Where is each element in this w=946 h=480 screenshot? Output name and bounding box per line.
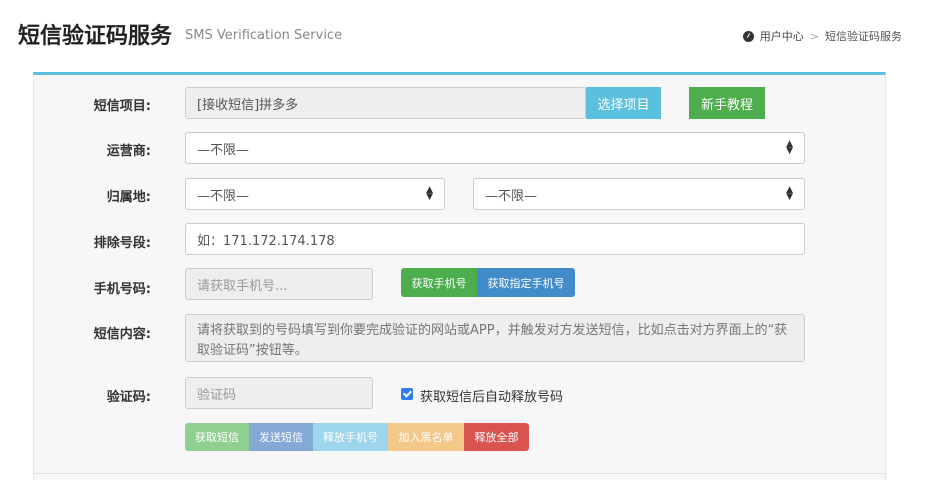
- breadcrumb-separator: >: [809, 29, 819, 43]
- select-caret-icon: ▲ ▼: [786, 139, 793, 156]
- blacklist-button[interactable]: 加入黑名单: [388, 423, 464, 451]
- operator-value: —不限—: [197, 142, 250, 158]
- get-sms-button[interactable]: 获取短信: [185, 423, 249, 451]
- exclude-input[interactable]: 如：171.172.174.178: [185, 223, 805, 255]
- operator-select[interactable]: —不限— ▲ ▼: [185, 132, 805, 164]
- phone-label: 手机号码:: [93, 282, 151, 297]
- province-value: —不限—: [197, 188, 250, 204]
- panel-divider: [34, 473, 885, 474]
- operator-label: 运营商:: [106, 144, 151, 159]
- phone-input[interactable]: 请获取手机号...: [185, 268, 373, 300]
- city-select[interactable]: —不限— ▲ ▼: [473, 178, 805, 210]
- breadcrumb-current: 短信验证码服务: [825, 30, 902, 43]
- release-all-button[interactable]: 释放全部: [464, 423, 529, 451]
- city-value: —不限—: [485, 188, 538, 204]
- form-panel: 短信项目: [接收短信]拼多多 选择项目 新手教程 运营商: —不限— ▲ ▼ 归…: [33, 72, 886, 480]
- location-label: 归属地:: [106, 190, 151, 205]
- breadcrumb: 用户中心 > 短信验证码服务: [742, 28, 902, 44]
- code-input[interactable]: 验证码: [185, 377, 373, 409]
- page-title: 短信验证码服务: [18, 24, 173, 49]
- auto-release-checkbox[interactable]: [401, 388, 413, 400]
- breadcrumb-home-link[interactable]: 用户中心: [760, 28, 804, 44]
- select-caret-icon: ▲ ▼: [426, 185, 433, 202]
- release-phone-button[interactable]: 释放手机号: [313, 423, 388, 451]
- send-sms-button[interactable]: 发送短信: [249, 423, 313, 451]
- project-field[interactable]: [接收短信]拼多多: [185, 87, 586, 119]
- page-subtitle: SMS Verification Service: [185, 28, 343, 43]
- code-label: 验证码:: [106, 390, 151, 405]
- exclude-label: 排除号段:: [93, 236, 151, 251]
- project-label: 短信项目:: [93, 99, 151, 114]
- select-caret-icon: ▲ ▼: [786, 185, 793, 202]
- province-select[interactable]: —不限— ▲ ▼: [185, 178, 445, 210]
- select-project-button[interactable]: 选择项目: [586, 87, 661, 119]
- get-phone-button[interactable]: 获取手机号: [401, 268, 477, 297]
- get-specific-phone-button[interactable]: 获取指定手机号: [477, 268, 575, 297]
- tutorial-button[interactable]: 新手教程: [689, 87, 765, 119]
- sms-content-label: 短信内容:: [93, 327, 151, 342]
- dashboard-icon: [742, 30, 754, 42]
- auto-release-label[interactable]: 获取短信后自动释放号码: [420, 386, 563, 405]
- sms-content-textarea[interactable]: [185, 314, 805, 362]
